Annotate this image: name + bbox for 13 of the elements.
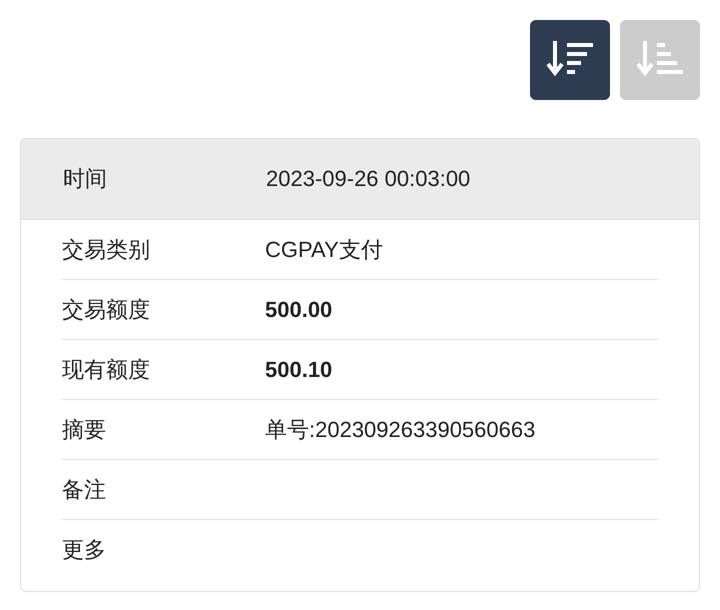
field-value: 单号:202309263390560663 [265, 416, 536, 444]
field-label: 交易类别 [62, 236, 151, 264]
field-value: 2023-09-26 00:03:00 [266, 166, 470, 192]
field-value: 500.10 [265, 356, 332, 382]
field-label: 备注 [62, 476, 107, 504]
field-label: 摘要 [62, 416, 107, 444]
sort-button[interactable] [530, 20, 610, 100]
field-label: 交易额度 [62, 296, 151, 324]
field-label: 更多 [62, 536, 107, 564]
field-value: 500.00 [265, 296, 332, 322]
field-value: CGPAY支付 [265, 236, 383, 264]
field-label: 时间 [63, 165, 108, 193]
field-label: 现有额度 [62, 356, 151, 384]
